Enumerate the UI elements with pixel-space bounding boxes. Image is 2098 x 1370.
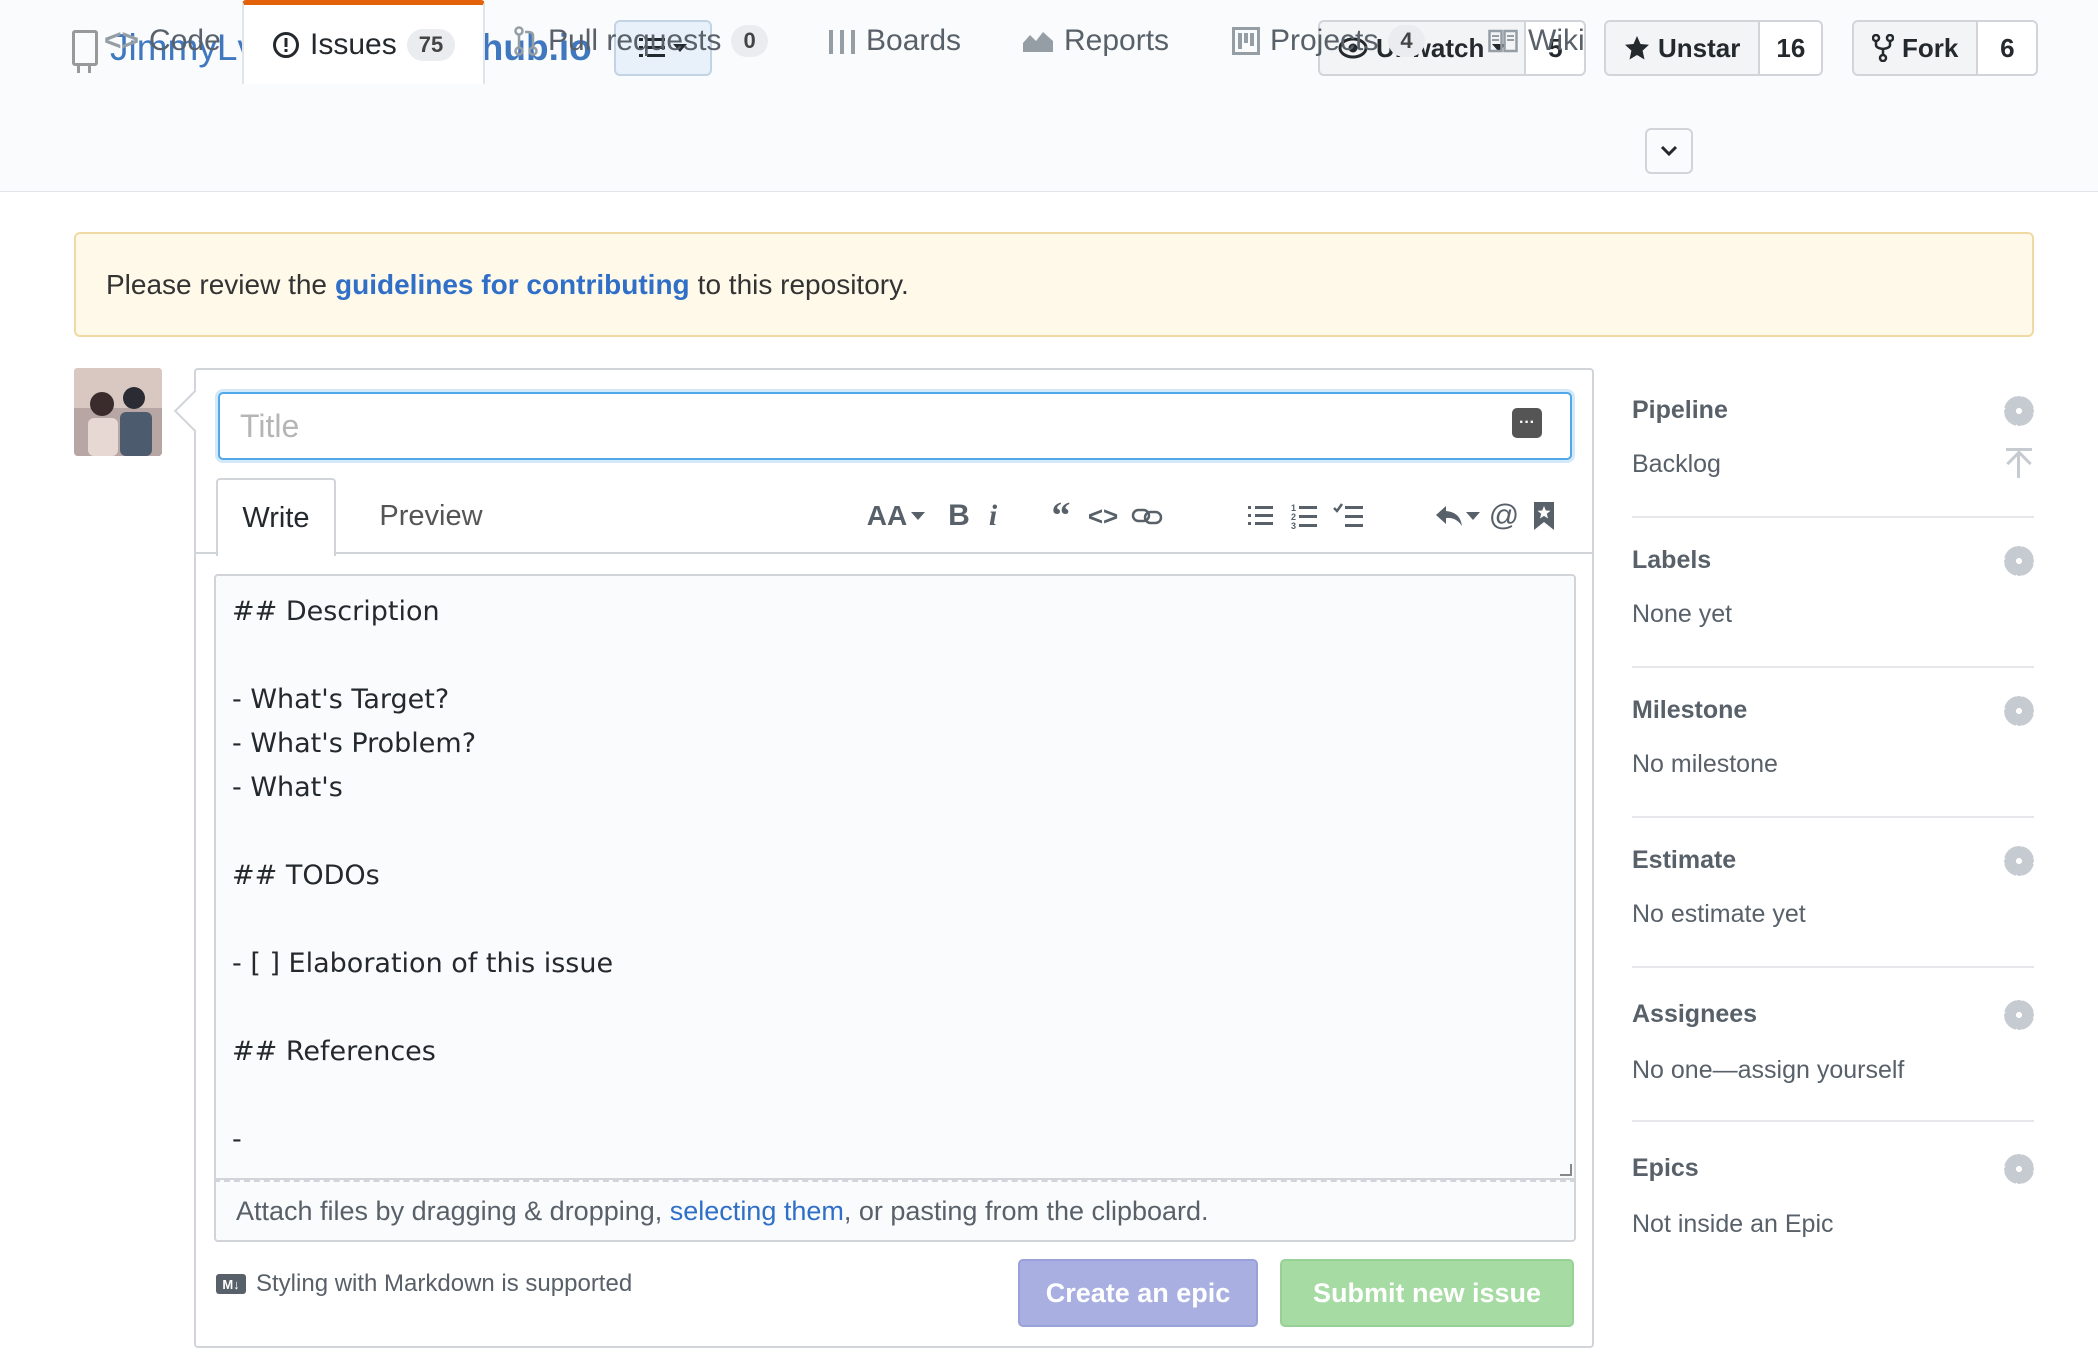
- star-group: Unstar 16: [1604, 20, 1824, 76]
- tab-projects-label: Projects: [1270, 24, 1379, 57]
- code-icon[interactable]: <>: [1086, 486, 1120, 546]
- estimate-heading: Estimate: [1632, 846, 1737, 874]
- sidebar-estimate: Estimate No estimate yet: [1632, 818, 2034, 968]
- milestone-heading: Milestone: [1632, 696, 1748, 724]
- pipeline-heading: Pipeline: [1632, 396, 1728, 424]
- tab-preview[interactable]: Preview: [356, 478, 506, 554]
- fork-button[interactable]: Fork: [1852, 20, 1979, 76]
- tab-reports-label: Reports: [1064, 24, 1170, 57]
- italic-icon[interactable]: i: [980, 486, 1006, 546]
- stargazers-count[interactable]: 16: [1760, 20, 1824, 76]
- tab-code[interactable]: <> Code: [104, 0, 221, 82]
- code-icon: <>: [104, 24, 140, 57]
- fork-group: Fork 6: [1852, 20, 2039, 76]
- sidebar-assignees: Assignees No one—assign yourself: [1632, 968, 2034, 1122]
- link-icon[interactable]: [1130, 486, 1164, 546]
- tab-pull-requests[interactable]: Pull requests 0: [514, 0, 768, 82]
- new-issue-form: ··· Write Preview AA B i “ <> 1: [194, 368, 1594, 1348]
- submit-issue-button[interactable]: Submit new issue: [1280, 1259, 1574, 1327]
- move-to-top-icon[interactable]: [2006, 448, 2032, 478]
- avatar-photo: [74, 368, 162, 456]
- bookmark-icon[interactable]: [1530, 486, 1558, 546]
- unstar-label: Unstar: [1658, 32, 1741, 63]
- tab-code-label: Code: [149, 24, 221, 57]
- issue-opened-icon: [273, 31, 299, 58]
- saved-replies-icon[interactable]: ···: [1512, 408, 1542, 438]
- avatar[interactable]: [74, 368, 162, 456]
- graph-icon: [1023, 32, 1053, 52]
- resize-handle-icon[interactable]: [1560, 1164, 1572, 1176]
- contributing-flash: Please review the guidelines for contrib…: [74, 232, 2034, 337]
- milestone-gear-icon[interactable]: [2004, 696, 2034, 726]
- git-pull-request-icon: [514, 26, 538, 56]
- tab-write[interactable]: Write: [216, 478, 336, 556]
- markdown-icon: M↓: [216, 1274, 246, 1294]
- sidebar-epics: Epics Not inside an Epic: [1632, 1122, 2034, 1252]
- forks-count[interactable]: 6: [1978, 20, 2039, 76]
- file-attachment-area[interactable]: Attach files by dragging & dropping, sel…: [214, 1180, 1576, 1242]
- quote-icon[interactable]: “: [1046, 486, 1076, 546]
- tab-pull-requests-label: Pull requests: [548, 24, 722, 57]
- tab-wiki[interactable]: Wiki: [1488, 0, 1585, 82]
- attach-prefix: Attach files by dragging & dropping,: [236, 1195, 663, 1226]
- more-tabs-button[interactable]: [1645, 128, 1693, 174]
- header-text-icon[interactable]: AA: [867, 486, 926, 546]
- tab-issues-label: Issues: [310, 27, 397, 61]
- tab-projects[interactable]: Projects 4: [1232, 0, 1425, 82]
- issue-body-textarea[interactable]: ## Description - What's Target? - What's…: [214, 574, 1576, 1180]
- flash-suffix: to this repository.: [697, 268, 909, 300]
- epics-value: Not inside an Epic: [1632, 1210, 1834, 1238]
- task-list-icon[interactable]: [1332, 486, 1366, 546]
- star-icon: [1625, 36, 1649, 60]
- pipeline-value: Backlog: [1632, 450, 1721, 478]
- issues-count-badge: 75: [406, 28, 456, 61]
- milestone-value: No milestone: [1632, 750, 1778, 778]
- repo-header: JimmyLv / jimmylv.github.io Unwatch 5: [0, 0, 2098, 192]
- assignees-heading: Assignees: [1632, 1000, 1758, 1028]
- tab-boards[interactable]: Boards: [828, 0, 961, 82]
- bold-icon[interactable]: B: [944, 486, 974, 546]
- contributing-guidelines-link[interactable]: guidelines for contributing: [335, 269, 690, 301]
- estimate-gear-icon[interactable]: [2004, 846, 2034, 876]
- attach-suffix: , or pasting from the clipboard.: [843, 1195, 1209, 1226]
- issue-title-input[interactable]: [218, 392, 1572, 460]
- mention-icon[interactable]: @: [1488, 486, 1520, 546]
- labels-heading: Labels: [1632, 546, 1712, 574]
- epics-gear-icon[interactable]: [2004, 1154, 2034, 1184]
- assignees-gear-icon[interactable]: [2004, 1000, 2034, 1030]
- tab-issues[interactable]: Issues 75: [242, 0, 486, 84]
- labels-gear-icon[interactable]: [2004, 546, 2034, 576]
- epics-heading: Epics: [1632, 1154, 1699, 1182]
- unstar-button[interactable]: Unstar: [1604, 20, 1761, 76]
- svg-text:3: 3: [1291, 521, 1296, 530]
- repo-icon: [72, 30, 98, 73]
- flash-prefix: Please review the: [106, 268, 328, 300]
- book-icon: [1488, 29, 1518, 53]
- labels-value: None yet: [1632, 600, 1733, 628]
- assign-yourself-link[interactable]: No one—assign yourself: [1632, 1056, 1904, 1085]
- ordered-list-icon[interactable]: 1 2 3: [1290, 486, 1320, 546]
- select-files-link[interactable]: selecting them: [670, 1196, 844, 1227]
- repo-forked-icon: [1872, 34, 1894, 62]
- sidebar-labels: Labels None yet: [1632, 518, 2034, 668]
- markdown-note-label: Styling with Markdown is supported: [256, 1270, 633, 1297]
- sidebar-milestone: Milestone No milestone: [1632, 668, 2034, 818]
- estimate-value: No estimate yet: [1632, 900, 1806, 928]
- markdown-help[interactable]: M↓ Styling with Markdown is supported: [216, 1270, 632, 1298]
- fork-label: Fork: [1902, 32, 1959, 63]
- unordered-list-icon[interactable]: [1246, 486, 1276, 546]
- tab-reports[interactable]: Reports: [1022, 0, 1169, 82]
- tab-wiki-label: Wiki: [1528, 24, 1585, 57]
- tab-boards-label: Boards: [866, 24, 962, 57]
- projects-count-badge: 4: [1388, 25, 1425, 57]
- project-icon: [1232, 27, 1260, 55]
- chevron-down-icon: [1660, 145, 1678, 157]
- pull-requests-count-badge: 0: [731, 25, 768, 57]
- create-epic-button[interactable]: Create an epic: [1018, 1259, 1258, 1327]
- pipeline-gear-icon[interactable]: [2004, 396, 2034, 426]
- reply-icon[interactable]: [1434, 486, 1480, 546]
- boards-icon: [829, 30, 855, 54]
- sidebar-pipeline: Pipeline Backlog: [1632, 368, 2034, 518]
- editor-tabnav: Write Preview AA B i “ <> 1 2 3 @: [196, 478, 1592, 556]
